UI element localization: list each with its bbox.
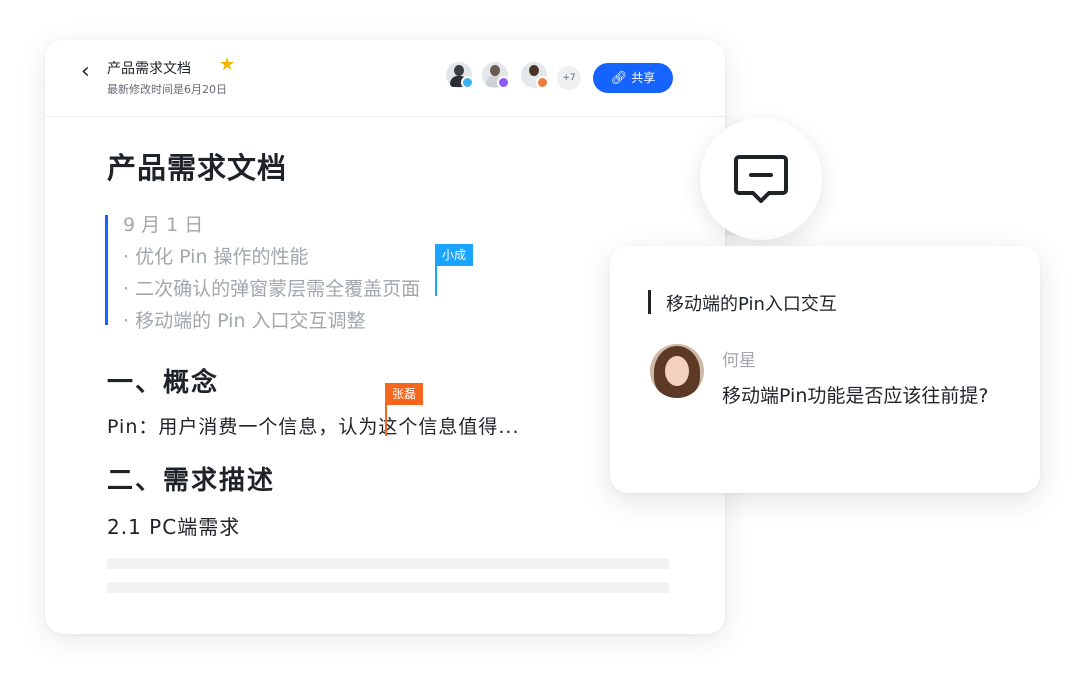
last-modified-text: 最新修改时间是6月20日 [107, 83, 227, 96]
section-heading: 一、概念 [107, 368, 220, 398]
comment-panel: 移动端的Pin入口交互 何星 移动端Pin功能是否应该往前提? [610, 246, 1040, 493]
collaborator-cursor-label: 张磊 [385, 383, 424, 405]
status-dot [461, 76, 474, 89]
status-dot [497, 76, 510, 89]
collaborator-avatar[interactable] [521, 62, 549, 89]
collaborator-cursor [435, 266, 437, 296]
star-icon[interactable]: ★ [219, 54, 235, 75]
comment-bubble[interactable] [700, 118, 822, 240]
placeholder-line [107, 582, 669, 593]
quote-line: 9 月 1 日 [123, 214, 204, 236]
comment-quote: 移动端的Pin入口交互 [666, 294, 837, 315]
link-icon: 🔗︎ [610, 71, 628, 86]
comment-text: 移动端Pin功能是否应该往前提? [722, 385, 989, 407]
comment-author: 何星 [722, 351, 756, 371]
quote-bar [105, 215, 108, 325]
collaborator-avatar[interactable] [482, 62, 510, 89]
collaborator-avatar[interactable] [446, 62, 474, 89]
comment-quote-bar [648, 290, 651, 314]
collaborator-cursor [385, 405, 387, 436]
avatar[interactable] [650, 344, 704, 398]
subsection-heading: 2.1 PC端需求 [107, 515, 241, 539]
paragraph-text: 认为这个信息值得... [338, 416, 520, 438]
comment-icon [734, 155, 788, 203]
quote-line: · 移动端的 Pin 入口交互调整 [123, 310, 366, 332]
share-label: 共享 [631, 71, 656, 85]
paragraph-text: Pin：用户消费一个信息， [107, 416, 339, 438]
more-collaborators-count[interactable]: +7 [557, 66, 581, 90]
quote-line: · 二次确认的弹窗蒙层需全覆盖页面 [123, 278, 421, 300]
paragraph: Pin：用户消费一个信息，认为这个信息值得... [107, 412, 520, 439]
share-button[interactable]: 🔗︎ 共享 [593, 63, 673, 93]
status-dot [536, 76, 549, 89]
document-header: ‹ 产品需求文档 ★ 最新修改时间是6月20日 +7 🔗︎ 共享 [45, 40, 725, 117]
section-heading: 二、需求描述 [107, 466, 276, 496]
header-doc-title: 产品需求文档 [107, 61, 191, 77]
document-title: 产品需求文档 [107, 151, 288, 185]
quote-line: · 优化 Pin 操作的性能 [123, 246, 309, 268]
chevron-left-icon[interactable]: ‹ [81, 60, 90, 84]
collaborator-cursor-label: 小成 [435, 244, 474, 266]
placeholder-line [107, 558, 669, 569]
